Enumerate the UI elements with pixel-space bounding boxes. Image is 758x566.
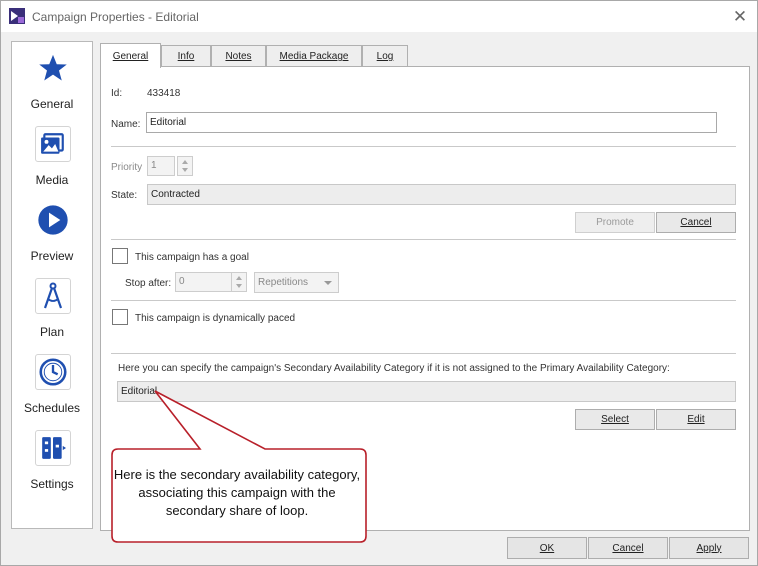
side-navigation: General Media Preview Plan Schedules Set… <box>11 41 93 529</box>
callout-text: Here is the secondary availability categ… <box>113 467 361 518</box>
cancel-button[interactable]: Cancel <box>588 537 668 559</box>
close-window-button[interactable]: ✕ <box>723 1 757 32</box>
nav-item-schedules[interactable]: Schedules <box>12 354 92 424</box>
state-field: Contracted <box>147 184 736 205</box>
play-icon <box>35 202 71 238</box>
separator <box>111 146 736 147</box>
secondary-category-field: Editorial <box>117 381 736 402</box>
separator <box>111 239 736 240</box>
tab-info[interactable]: Info <box>161 45 211 67</box>
ok-button[interactable]: OK <box>507 537 587 559</box>
cancel-button-label: Cancel <box>612 542 644 554</box>
edit-button-label: Edit <box>687 414 705 425</box>
nav-label-settings: Settings <box>30 477 74 491</box>
goal-checkbox[interactable] <box>112 248 128 264</box>
apply-button[interactable]: Apply <box>669 537 749 559</box>
separator <box>111 353 736 354</box>
window-title: Campaign Properties - Editorial <box>32 10 199 24</box>
star-icon <box>35 50 71 86</box>
select-button-label: Select <box>601 414 629 425</box>
repetitions-value: Repetitions <box>258 277 309 288</box>
id-value: 433418 <box>147 88 181 99</box>
spin-up-icon <box>182 160 188 164</box>
dynamic-pacing-label: This campaign is dynamically paced <box>135 313 296 324</box>
priority-stepper[interactable] <box>177 156 193 176</box>
ok-button-label: OK <box>539 542 555 554</box>
spin-down-icon <box>182 168 188 172</box>
id-label: Id: <box>111 88 123 99</box>
spin-down-icon <box>236 284 242 288</box>
nav-label-general: General <box>30 97 74 111</box>
nav-label-preview: Preview <box>30 249 74 263</box>
goal-checkbox-label: This campaign has a goal <box>135 252 249 263</box>
compass-icon <box>35 278 71 314</box>
tab-log[interactable]: Log <box>362 45 408 67</box>
repetitions-select[interactable]: Repetitions <box>254 272 339 293</box>
priority-input[interactable]: 1 <box>147 156 175 176</box>
stop-after-stepper[interactable] <box>231 272 247 292</box>
settings-icon <box>35 430 71 466</box>
secondary-category-description: Here you can specify the campaign's Seco… <box>118 363 670 374</box>
stop-after-label: Stop after: <box>125 278 172 289</box>
apply-button-label: Apply <box>696 542 722 554</box>
title-bar: Campaign Properties - Editorial ✕ <box>1 1 757 32</box>
select-button[interactable]: Select <box>575 409 655 430</box>
stop-after-input[interactable]: 0 <box>175 272 232 292</box>
nav-label-plan: Plan <box>39 325 65 339</box>
state-label: State: <box>111 190 138 201</box>
nav-item-general[interactable]: General <box>12 50 92 120</box>
nav-item-preview[interactable]: Preview <box>12 202 92 272</box>
promote-button[interactable]: Promote <box>575 212 655 233</box>
tab-media-package[interactable]: Media Package <box>266 45 362 67</box>
close-icon: ✕ <box>732 6 748 26</box>
clock-icon <box>35 354 71 390</box>
chevron-down-icon <box>324 281 332 285</box>
media-icon <box>35 126 71 162</box>
nav-item-media[interactable]: Media <box>12 126 92 196</box>
separator <box>111 300 736 301</box>
nav-label-media: Media <box>35 173 69 187</box>
name-input[interactable]: Editorial <box>146 112 717 133</box>
app-logo-icon <box>9 8 25 24</box>
name-label: Name: <box>111 119 141 130</box>
nav-label-schedules: Schedules <box>23 401 81 415</box>
nav-item-plan[interactable]: Plan <box>12 278 92 348</box>
cancel-state-button[interactable]: Cancel <box>656 212 736 233</box>
spin-up-icon <box>236 276 242 280</box>
nav-item-settings[interactable]: Settings <box>12 430 92 500</box>
tab-general[interactable]: General <box>100 43 161 68</box>
edit-button[interactable]: Edit <box>656 409 736 430</box>
priority-label: Priority <box>111 162 143 173</box>
general-tab-panel: Id: 433418 Name: Editorial Priority 1 St… <box>100 66 750 531</box>
dynamic-pacing-checkbox[interactable] <box>112 309 128 325</box>
tab-notes[interactable]: Notes <box>211 45 266 67</box>
